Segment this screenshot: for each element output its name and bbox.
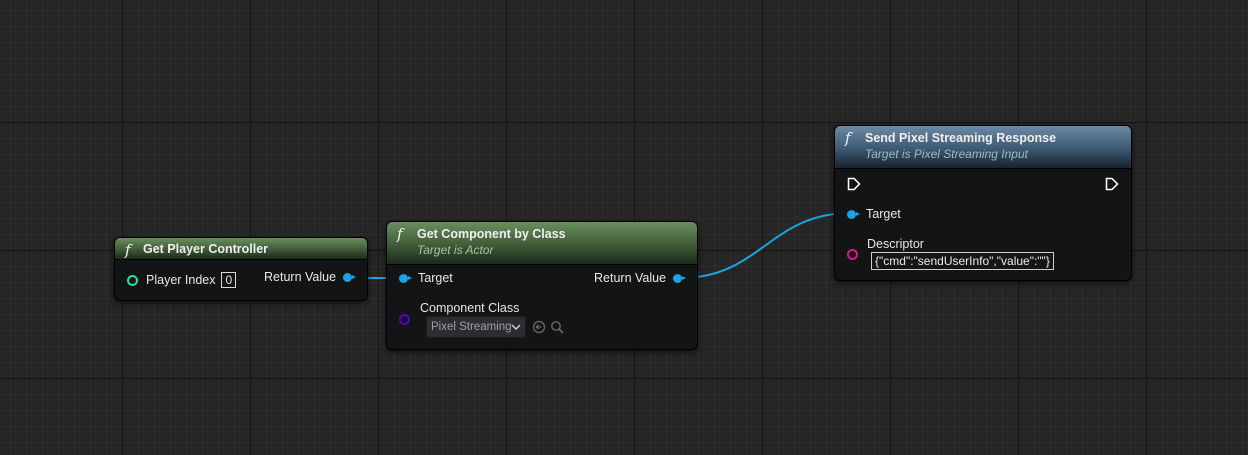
component-class-dropdown[interactable]: Pixel Streaming bbox=[426, 316, 526, 338]
pin-label: Return Value bbox=[594, 271, 667, 285]
dropdown-value: Pixel Streaming bbox=[431, 321, 511, 333]
pin-label: Target bbox=[418, 271, 453, 285]
get-player-controller-node[interactable]: f Get Player Controller Player Index 0 R… bbox=[114, 237, 368, 301]
object-pin-icon[interactable] bbox=[847, 209, 860, 219]
player-index-field[interactable]: 0 bbox=[221, 272, 237, 288]
node-title: Send Pixel Streaming Response bbox=[865, 131, 1057, 145]
return-value-pin[interactable]: Return Value bbox=[264, 270, 357, 284]
descriptor-pin[interactable]: Descriptor bbox=[867, 237, 924, 251]
object-pin-icon[interactable] bbox=[399, 273, 412, 283]
function-icon: f bbox=[125, 241, 131, 259]
exec-in-pin-icon[interactable] bbox=[847, 177, 861, 191]
node-subtitle: Target is Pixel Streaming Input bbox=[865, 147, 1028, 161]
player-index-pin[interactable]: Player Index 0 bbox=[127, 272, 237, 288]
int-pin-icon[interactable] bbox=[127, 274, 138, 286]
object-pin-icon[interactable] bbox=[673, 273, 687, 283]
function-icon: f bbox=[397, 225, 403, 243]
node-header[interactable]: f Get Player Controller bbox=[115, 238, 367, 260]
component-class-pin[interactable]: Component Class bbox=[399, 301, 519, 315]
function-icon: f bbox=[845, 129, 851, 147]
target-pin[interactable]: Target bbox=[847, 207, 901, 221]
chevron-down-icon bbox=[511, 324, 521, 331]
pin-label: Component Class bbox=[420, 301, 520, 315]
wire-component-to-target bbox=[680, 212, 852, 279]
exec-out-pin-icon[interactable] bbox=[1105, 177, 1119, 191]
node-title: Get Component by Class bbox=[417, 227, 566, 241]
send-pixel-streaming-response-node[interactable]: f Send Pixel Streaming Response Target i… bbox=[834, 125, 1132, 281]
node-subtitle: Target is Actor bbox=[417, 243, 494, 257]
pin-label: Descriptor bbox=[867, 237, 924, 251]
return-value-pin[interactable]: Return Value bbox=[594, 271, 687, 285]
node-title: Get Player Controller bbox=[143, 242, 269, 256]
node-header[interactable]: f Send Pixel Streaming Response Target i… bbox=[835, 126, 1131, 169]
string-pin-icon[interactable] bbox=[847, 249, 858, 260]
node-header[interactable]: f Get Component by Class Target is Actor bbox=[387, 222, 697, 265]
browse-asset-icon[interactable] bbox=[550, 320, 564, 334]
pin-label: Player Index bbox=[146, 273, 216, 287]
pin-label: Return Value bbox=[264, 270, 337, 284]
use-selected-asset-icon[interactable] bbox=[532, 320, 546, 334]
target-pin[interactable]: Target bbox=[399, 271, 453, 285]
class-pin-icon[interactable] bbox=[399, 314, 410, 325]
object-pin-icon[interactable] bbox=[343, 272, 357, 282]
get-component-by-class-node[interactable]: f Get Component by Class Target is Actor… bbox=[386, 221, 698, 350]
pin-label: Target bbox=[866, 207, 901, 221]
descriptor-input[interactable]: {"cmd":"sendUserInfo","value":""} bbox=[871, 252, 1054, 270]
